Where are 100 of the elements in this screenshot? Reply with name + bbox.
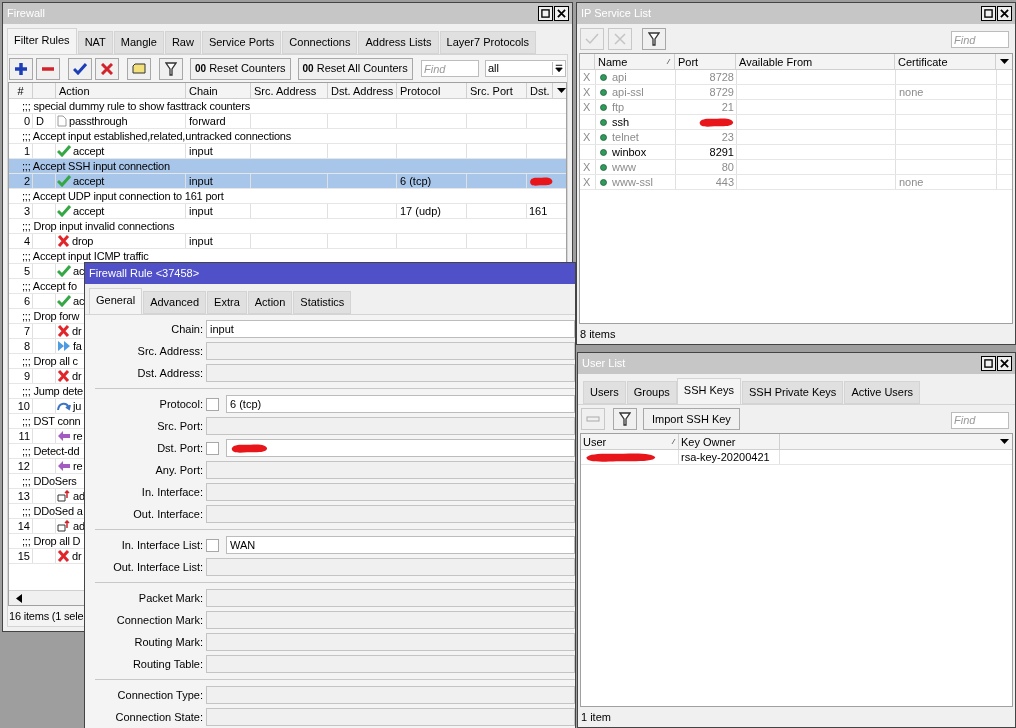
tab[interactable]: Extra (207, 291, 247, 314)
disable-button[interactable] (95, 57, 119, 80)
reset-counters-button[interactable]: 00 Reset Counters (190, 57, 291, 80)
comment-row[interactable]: ;;; Accept UDP input connection to 161 port (9, 189, 566, 204)
empty-field[interactable] (206, 611, 575, 629)
empty-field[interactable] (206, 461, 575, 479)
column-header[interactable]: Certificate (895, 54, 996, 69)
filter-select[interactable]: all (485, 60, 566, 77)
tab[interactable]: Active Users (844, 381, 921, 404)
tab[interactable]: Groups (626, 381, 677, 404)
column-header[interactable]: Chain (186, 83, 251, 98)
add-button[interactable] (9, 57, 33, 80)
comment-button[interactable] (127, 57, 151, 80)
text-field[interactable]: 6 (tcp) (226, 395, 575, 413)
rule-comment: ;;; Accept input established,related,untracked connections (22, 129, 292, 143)
rule-number: 13 (17, 488, 30, 504)
close-button[interactable] (997, 6, 1012, 21)
check-icon (57, 175, 71, 187)
action-name: fa (73, 338, 82, 354)
close-button[interactable] (997, 356, 1012, 371)
tab[interactable]: SSH Keys (676, 378, 741, 404)
comment-row[interactable]: ;;; Drop input invalid connections (9, 219, 566, 234)
text-field[interactable]: WAN (226, 536, 575, 554)
empty-field[interactable] (206, 686, 575, 704)
table-cell-text: D (36, 113, 44, 129)
tab[interactable]: Service Ports (201, 31, 282, 54)
column-header[interactable]: Name (595, 54, 675, 69)
maximize-button[interactable] (981, 356, 996, 371)
maximize-button[interactable] (538, 6, 553, 21)
rule-comment: ;;; Jump dete (22, 384, 83, 398)
negate-checkbox[interactable] (206, 538, 219, 552)
close-icon (557, 9, 566, 18)
column-header[interactable]: # (9, 83, 33, 98)
action-name: dr (72, 548, 82, 564)
key-row[interactable]: rsa-key-20200421 (581, 450, 1012, 465)
empty-field[interactable] (206, 364, 575, 382)
comment-row[interactable]: ;;; Accept input established,related,untracked connections (9, 129, 566, 144)
rule-row[interactable]: 1 accept input (9, 144, 566, 159)
column-header[interactable]: Available From (736, 54, 895, 69)
filter-button[interactable] (613, 408, 637, 430)
tab[interactable]: Users (583, 381, 626, 404)
empty-field[interactable] (206, 558, 575, 576)
column-header[interactable]: Src. Address (251, 83, 328, 98)
column-header[interactable]: Dst. Address (328, 83, 397, 98)
tab[interactable]: Statistics (293, 291, 352, 314)
rule-row[interactable]: 3 accept input 17 (udp) 161 (9, 204, 566, 219)
comment-row[interactable]: ;;; Accept SSH input connection (9, 159, 566, 174)
rule-comment: ;;; Drop all D (22, 534, 81, 548)
find-field[interactable]: Find (421, 60, 479, 77)
tab[interactable]: SSH Private Keys (741, 381, 844, 404)
close-button[interactable] (554, 6, 569, 21)
column-header[interactable]: User (581, 434, 679, 449)
empty-field[interactable] (206, 483, 575, 501)
find-field[interactable]: Find (951, 31, 1009, 48)
column-header[interactable]: Action (56, 83, 186, 98)
empty-field[interactable] (206, 505, 575, 523)
tab[interactable]: Action (247, 291, 293, 314)
empty-field[interactable] (206, 342, 575, 360)
empty-field[interactable] (206, 708, 575, 726)
tab[interactable]: General (89, 288, 143, 314)
tab[interactable]: Mangle (113, 31, 164, 54)
tab[interactable]: Filter Rules (7, 28, 77, 54)
disabled-letter: X (583, 69, 591, 85)
x-mark-icon (57, 550, 70, 562)
tab[interactable]: Raw (164, 31, 201, 54)
field-label: In. Interface List: (120, 537, 204, 553)
column-header[interactable]: Dst. (527, 83, 553, 98)
empty-field[interactable] (206, 417, 575, 435)
column-header[interactable]: Src. Port (467, 83, 527, 98)
window-title: User List (582, 356, 626, 372)
rule-row[interactable]: 2 accept input 6 (tcp) (9, 174, 566, 189)
negate-checkbox[interactable] (206, 441, 219, 455)
text-field[interactable] (226, 439, 575, 457)
service-row[interactable]: winbox 8291 (580, 145, 1012, 160)
empty-field[interactable] (206, 655, 575, 673)
maximize-button[interactable] (981, 6, 996, 21)
filter-button[interactable] (159, 57, 183, 80)
column-header[interactable]: Key Owner (679, 434, 780, 449)
key-owner: rsa-key-20200421 (681, 449, 770, 465)
tab[interactable]: Address Lists (358, 31, 439, 54)
tab[interactable]: Layer7 Protocols (439, 31, 537, 54)
action-name: accept (73, 143, 105, 159)
negate-checkbox[interactable] (206, 397, 219, 411)
column-header[interactable]: Port (675, 54, 736, 69)
find-field[interactable]: Find (951, 411, 1009, 429)
text-field[interactable]: input (206, 320, 575, 338)
remove-button[interactable] (36, 57, 60, 80)
tab[interactable]: Advanced (143, 291, 207, 314)
empty-field[interactable] (206, 633, 575, 651)
tab[interactable]: NAT (77, 31, 113, 54)
tab[interactable]: Connections (282, 31, 358, 54)
reset-counters-button[interactable]: 00 Reset All Counters (297, 57, 413, 80)
import-key-button[interactable]: Import SSH Key (643, 408, 740, 430)
rule-row[interactable]: 4 drop input (9, 234, 566, 249)
rule-row[interactable]: 0 D passthrough forward (9, 114, 566, 129)
service-row[interactable]: ssh (580, 115, 1012, 130)
port-number: 8728 (709, 69, 734, 85)
filter-button[interactable] (642, 27, 666, 50)
column-header[interactable]: Protocol (397, 83, 467, 98)
enable-button[interactable] (68, 57, 92, 80)
